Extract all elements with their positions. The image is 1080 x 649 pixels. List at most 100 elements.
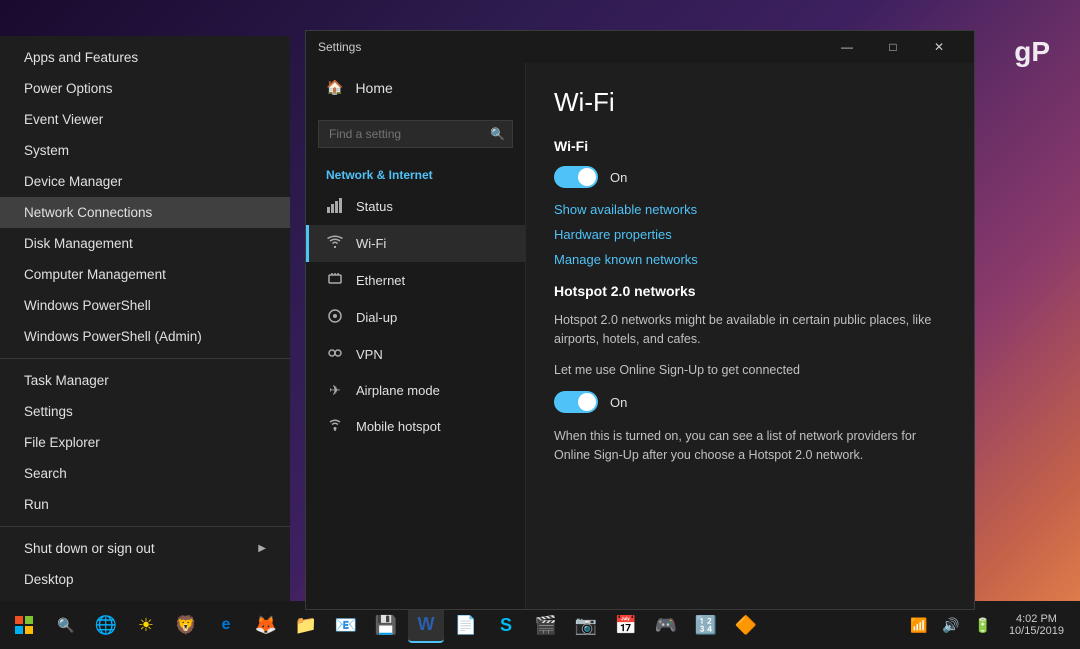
window-controls: — □ ✕ xyxy=(824,31,962,63)
context-item-apps-features[interactable]: Apps and Features xyxy=(0,42,290,73)
nav-item-status[interactable]: Status xyxy=(306,188,525,225)
wifi-section-title: Wi-Fi xyxy=(554,138,946,154)
context-item-task-manager[interactable]: Task Manager xyxy=(0,365,290,396)
show-networks-link[interactable]: Show available networks xyxy=(554,202,946,217)
nav-item-vpn[interactable]: VPN xyxy=(306,336,525,373)
nav-vpn-label: VPN xyxy=(356,347,383,362)
separator-2 xyxy=(0,526,290,527)
taskbar-icon-word[interactable]: W xyxy=(408,607,444,643)
nav-section-title: Network & Internet xyxy=(306,156,525,188)
context-item-windows-powershell[interactable]: Windows PowerShell xyxy=(0,290,290,321)
start-button[interactable] xyxy=(0,601,48,649)
taskbar-icon-calendar[interactable]: 📅 xyxy=(608,607,644,643)
wifi-toggle-label: On xyxy=(610,170,627,185)
hotspot-toggle-label: On xyxy=(610,395,627,410)
time-display[interactable]: 4:02 PM 10/15/2019 xyxy=(1001,613,1072,637)
manage-known-link[interactable]: Manage known networks xyxy=(554,252,946,267)
taskbar-icon-brave[interactable]: 🦁 xyxy=(168,607,204,643)
taskbar-icon-firefox[interactable]: 🦊 xyxy=(248,607,284,643)
nav-mobile-hotspot-label: Mobile hotspot xyxy=(356,419,441,434)
settings-title: Settings xyxy=(318,40,361,54)
settings-window: Settings — □ ✕ 🏠 Home 🔍 Network & Intern… xyxy=(305,30,975,610)
nav-home-label: Home xyxy=(355,80,392,96)
context-item-computer-management[interactable]: Computer Management xyxy=(0,259,290,290)
nav-item-wifi[interactable]: Wi-Fi xyxy=(306,225,525,262)
hotspot-description-3: When this is turned on, you can see a li… xyxy=(554,427,946,465)
settings-nav: 🏠 Home 🔍 Network & Internet Status xyxy=(306,63,526,609)
taskbar-icon-files[interactable]: 📁 xyxy=(288,607,324,643)
taskbar-icon-camera[interactable]: 📷 xyxy=(568,607,604,643)
vpn-icon xyxy=(326,345,344,364)
hotspot-description-1: Hotspot 2.0 networks might be available … xyxy=(554,311,946,349)
search-icon: 🔍 xyxy=(490,127,505,141)
hotspot-toggle[interactable] xyxy=(554,391,598,413)
context-item-disk-management[interactable]: Disk Management xyxy=(0,228,290,259)
context-item-windows-powershell-admin[interactable]: Windows PowerShell (Admin) xyxy=(0,321,290,352)
wifi-toggle-row: On xyxy=(554,166,946,188)
taskbar-icons: 🌐 ☀ 🦁 e 🦊 📁 📧 💾 W 📄 S 🎬 📷 📅 🎮 🔢 🔶 xyxy=(84,607,903,643)
nav-search-container: 🔍 xyxy=(318,120,513,148)
dialup-icon xyxy=(326,308,344,327)
context-item-power-options[interactable]: Power Options xyxy=(0,73,290,104)
page-title: Wi-Fi xyxy=(554,87,946,118)
context-menu: Apps and Features Power Options Event Vi… xyxy=(0,36,290,601)
nav-airplane-label: Airplane mode xyxy=(356,383,440,398)
tray-network-icon[interactable]: 📶 xyxy=(905,611,933,639)
airplane-icon: ✈ xyxy=(326,382,344,399)
context-item-file-explorer[interactable]: File Explorer xyxy=(0,427,290,458)
context-item-event-viewer[interactable]: Event Viewer xyxy=(0,104,290,135)
taskbar-icon-mail[interactable]: 📧 xyxy=(328,607,364,643)
nav-item-ethernet[interactable]: Ethernet xyxy=(306,262,525,299)
maximize-button[interactable]: □ xyxy=(870,31,916,63)
clock-date: 10/15/2019 xyxy=(1009,625,1064,637)
context-item-settings[interactable]: Settings xyxy=(0,396,290,427)
taskbar-search-icon[interactable]: 🔍 xyxy=(50,601,82,649)
nav-item-airplane[interactable]: ✈ Airplane mode xyxy=(306,373,525,408)
taskbar-icon-network[interactable]: 💾 xyxy=(368,607,404,643)
context-item-run[interactable]: Run xyxy=(0,489,290,520)
taskbar-icon-brightness[interactable]: ☀ xyxy=(128,607,164,643)
clock-time: 4:02 PM xyxy=(1016,613,1057,625)
ethernet-icon xyxy=(326,271,344,290)
taskbar-icon-vlc[interactable]: 🔶 xyxy=(728,607,764,643)
taskbar-icon-store[interactable]: S xyxy=(488,607,524,643)
separator-1 xyxy=(0,358,290,359)
nav-home[interactable]: 🏠 Home xyxy=(306,63,525,112)
taskbar-icon-media[interactable]: 🎬 xyxy=(528,607,564,643)
gp-logo: gP xyxy=(1014,36,1050,68)
nav-wifi-label: Wi-Fi xyxy=(356,236,386,251)
taskbar-icon-pdf[interactable]: 📄 xyxy=(448,607,484,643)
taskbar-icon-chrome[interactable]: 🌐 xyxy=(88,607,124,643)
nav-ethernet-label: Ethernet xyxy=(356,273,405,288)
close-button[interactable]: ✕ xyxy=(916,31,962,63)
nav-item-dialup[interactable]: Dial-up xyxy=(306,299,525,336)
tray-volume-icon[interactable]: 🔊 xyxy=(937,611,965,639)
context-item-device-manager[interactable]: Device Manager xyxy=(0,166,290,197)
hotspot-toggle-row: On xyxy=(554,391,946,413)
minimize-button[interactable]: — xyxy=(824,31,870,63)
home-icon: 🏠 xyxy=(326,79,343,96)
taskbar-icon-calculator[interactable]: 🔢 xyxy=(688,607,724,643)
context-item-system[interactable]: System xyxy=(0,135,290,166)
wifi-icon xyxy=(326,234,344,253)
nav-status-label: Status xyxy=(356,199,393,214)
wifi-toggle[interactable] xyxy=(554,166,598,188)
chevron-right-icon: ▶ xyxy=(258,543,266,554)
hardware-properties-link[interactable]: Hardware properties xyxy=(554,227,946,242)
settings-titlebar: Settings — □ ✕ xyxy=(306,31,974,63)
context-item-search[interactable]: Search xyxy=(0,458,290,489)
tray-battery-icon[interactable]: 🔋 xyxy=(969,611,997,639)
settings-content: Wi-Fi Wi-Fi On Show available networks H… xyxy=(526,63,974,609)
context-item-desktop[interactable]: Desktop xyxy=(0,564,290,595)
taskbar-icon-game[interactable]: 🎮 xyxy=(648,607,684,643)
settings-body: 🏠 Home 🔍 Network & Internet Status xyxy=(306,63,974,609)
context-item-network-connections[interactable]: Network Connections xyxy=(0,197,290,228)
hotspot-icon xyxy=(326,417,344,436)
search-input[interactable] xyxy=(318,120,513,148)
taskbar-tray: 📶 🔊 🔋 4:02 PM 10/15/2019 xyxy=(905,611,1080,639)
taskbar-icon-edge[interactable]: e xyxy=(208,607,244,643)
context-item-shutdown[interactable]: Shut down or sign out ▶ xyxy=(0,533,290,564)
hotspot-section-title: Hotspot 2.0 networks xyxy=(554,283,946,299)
nav-item-mobile-hotspot[interactable]: Mobile hotspot xyxy=(306,408,525,445)
status-icon xyxy=(326,197,344,216)
